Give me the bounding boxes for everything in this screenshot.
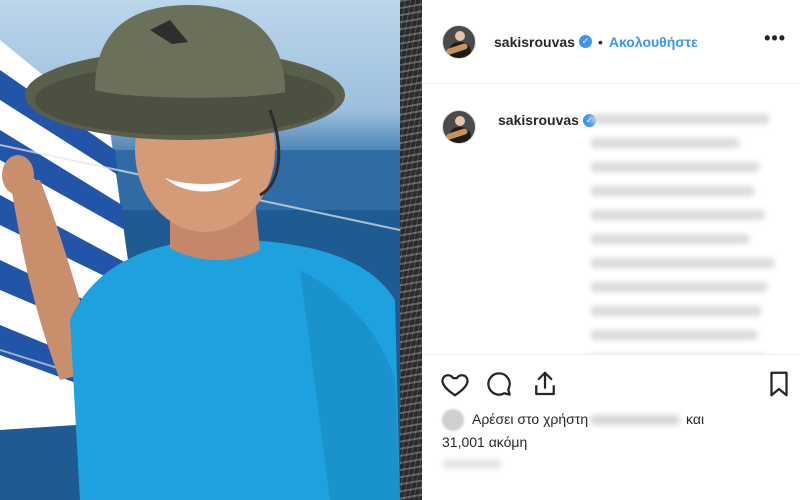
post-actions [422,354,800,402]
caption-text-blurred [590,114,790,354]
caption-username[interactable]: sakisrouvas [498,112,579,128]
post-sidebar: sakisrouvas ✓ • Ακολουθήστε ••• sakisrou… [422,0,800,500]
comment-icon[interactable] [484,369,514,399]
photo-illustration [0,5,400,500]
header-separator: • [597,33,603,50]
follow-button[interactable]: Ακολουθήστε [609,34,698,50]
likes-connector: και [686,411,705,427]
liker-name-blurred [590,415,681,426]
liker-avatar [442,409,464,432]
share-icon[interactable] [530,369,560,399]
verified-badge-icon: ✓ [578,35,592,48]
author-username[interactable]: sakisrouvas [494,34,575,50]
post-photo[interactable] [0,0,400,500]
bookmark-icon[interactable] [764,369,794,399]
post-header: sakisrouvas ✓ • Ακολουθήστε ••• [422,0,800,84]
author-avatar[interactable] [442,24,476,59]
likes-prefix: Αρέσει στο χρήστη [472,411,589,427]
more-options-icon[interactable]: ••• [764,28,786,49]
heart-icon[interactable] [440,369,470,399]
likes-summary[interactable]: Αρέσει στο χρήστη και 31,001 ακόμη [442,408,782,453]
post-caption: sakisrouvas ✓ [422,84,800,354]
post-timestamp-blurred [442,460,502,468]
likes-count[interactable]: 31,001 ακόμη [442,434,527,450]
caption-avatar[interactable] [442,110,476,144]
photo-edge-strip [400,0,422,500]
